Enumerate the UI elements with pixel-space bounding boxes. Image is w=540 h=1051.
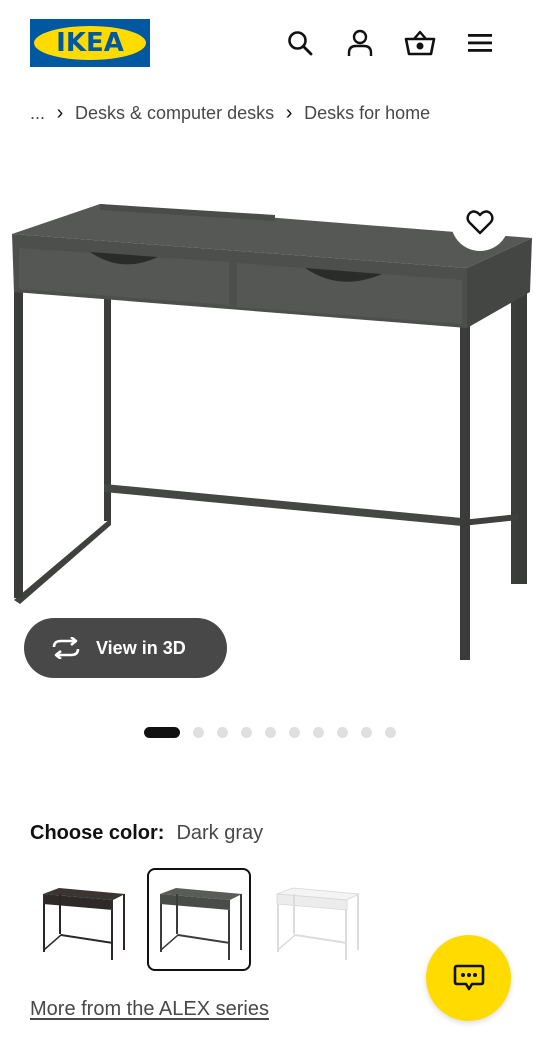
chat-icon — [453, 964, 484, 991]
view-in-3d-button[interactable]: View in 3D — [24, 618, 227, 678]
swatch-desk-dark-gray — [160, 887, 242, 960]
search-button[interactable] — [282, 25, 318, 61]
search-icon — [288, 31, 313, 56]
pagination-dot[interactable] — [385, 726, 396, 738]
pagination-dot[interactable] — [265, 726, 276, 738]
pagination-dot-active[interactable] — [144, 726, 180, 738]
menu-icon — [468, 34, 492, 52]
pagination-dot[interactable] — [313, 726, 324, 738]
view-in-3d-label: View in 3D — [96, 637, 186, 658]
header: IKEA — [0, 0, 540, 86]
account-icon — [347, 29, 373, 56]
chevron-right-icon: › — [56, 101, 64, 124]
breadcrumb-item-desks-for-home[interactable]: Desks for home — [304, 103, 430, 124]
pagination-dot[interactable] — [337, 726, 348, 738]
breadcrumb: ... › Desks & computer desks › Desks for… — [30, 100, 430, 126]
pagination-dot[interactable] — [289, 726, 300, 738]
pagination-dot[interactable] — [361, 726, 372, 738]
cart-button[interactable] — [402, 25, 438, 61]
breadcrumb-item-desks-computer-desks[interactable]: Desks & computer desks — [75, 103, 274, 124]
pagination-dot[interactable] — [217, 726, 228, 738]
pagination-dot[interactable] — [241, 726, 252, 738]
account-button[interactable] — [342, 25, 378, 61]
color-swatch-black-brown[interactable] — [30, 868, 134, 971]
swatch-desk-white — [276, 887, 361, 960]
color-label: Choose color: — [30, 821, 165, 844]
chevron-right-icon: › — [285, 101, 293, 124]
color-value: Dark gray — [176, 821, 264, 844]
menu-button[interactable] — [462, 25, 498, 61]
heart-icon — [466, 210, 494, 235]
rotate-3d-icon — [52, 637, 80, 659]
ikea-logo[interactable]: IKEA — [30, 19, 150, 67]
chat-button[interactable] — [426, 935, 511, 1021]
pagination-dot[interactable] — [193, 726, 204, 738]
color-chooser: Choose color: Dark gray — [30, 820, 263, 846]
breadcrumb-ellipsis[interactable]: ... — [30, 103, 45, 124]
color-swatch-white[interactable] — [264, 868, 368, 971]
image-pagination — [144, 726, 409, 738]
favorite-button[interactable] — [451, 193, 509, 251]
swatch-desk-black-brown — [43, 887, 125, 960]
logo-text: IKEA — [56, 28, 124, 58]
cart-icon — [404, 30, 436, 56]
more-from-series-link[interactable]: More from the ALEX series — [30, 998, 269, 1021]
color-swatch-dark-gray[interactable] — [147, 868, 251, 971]
